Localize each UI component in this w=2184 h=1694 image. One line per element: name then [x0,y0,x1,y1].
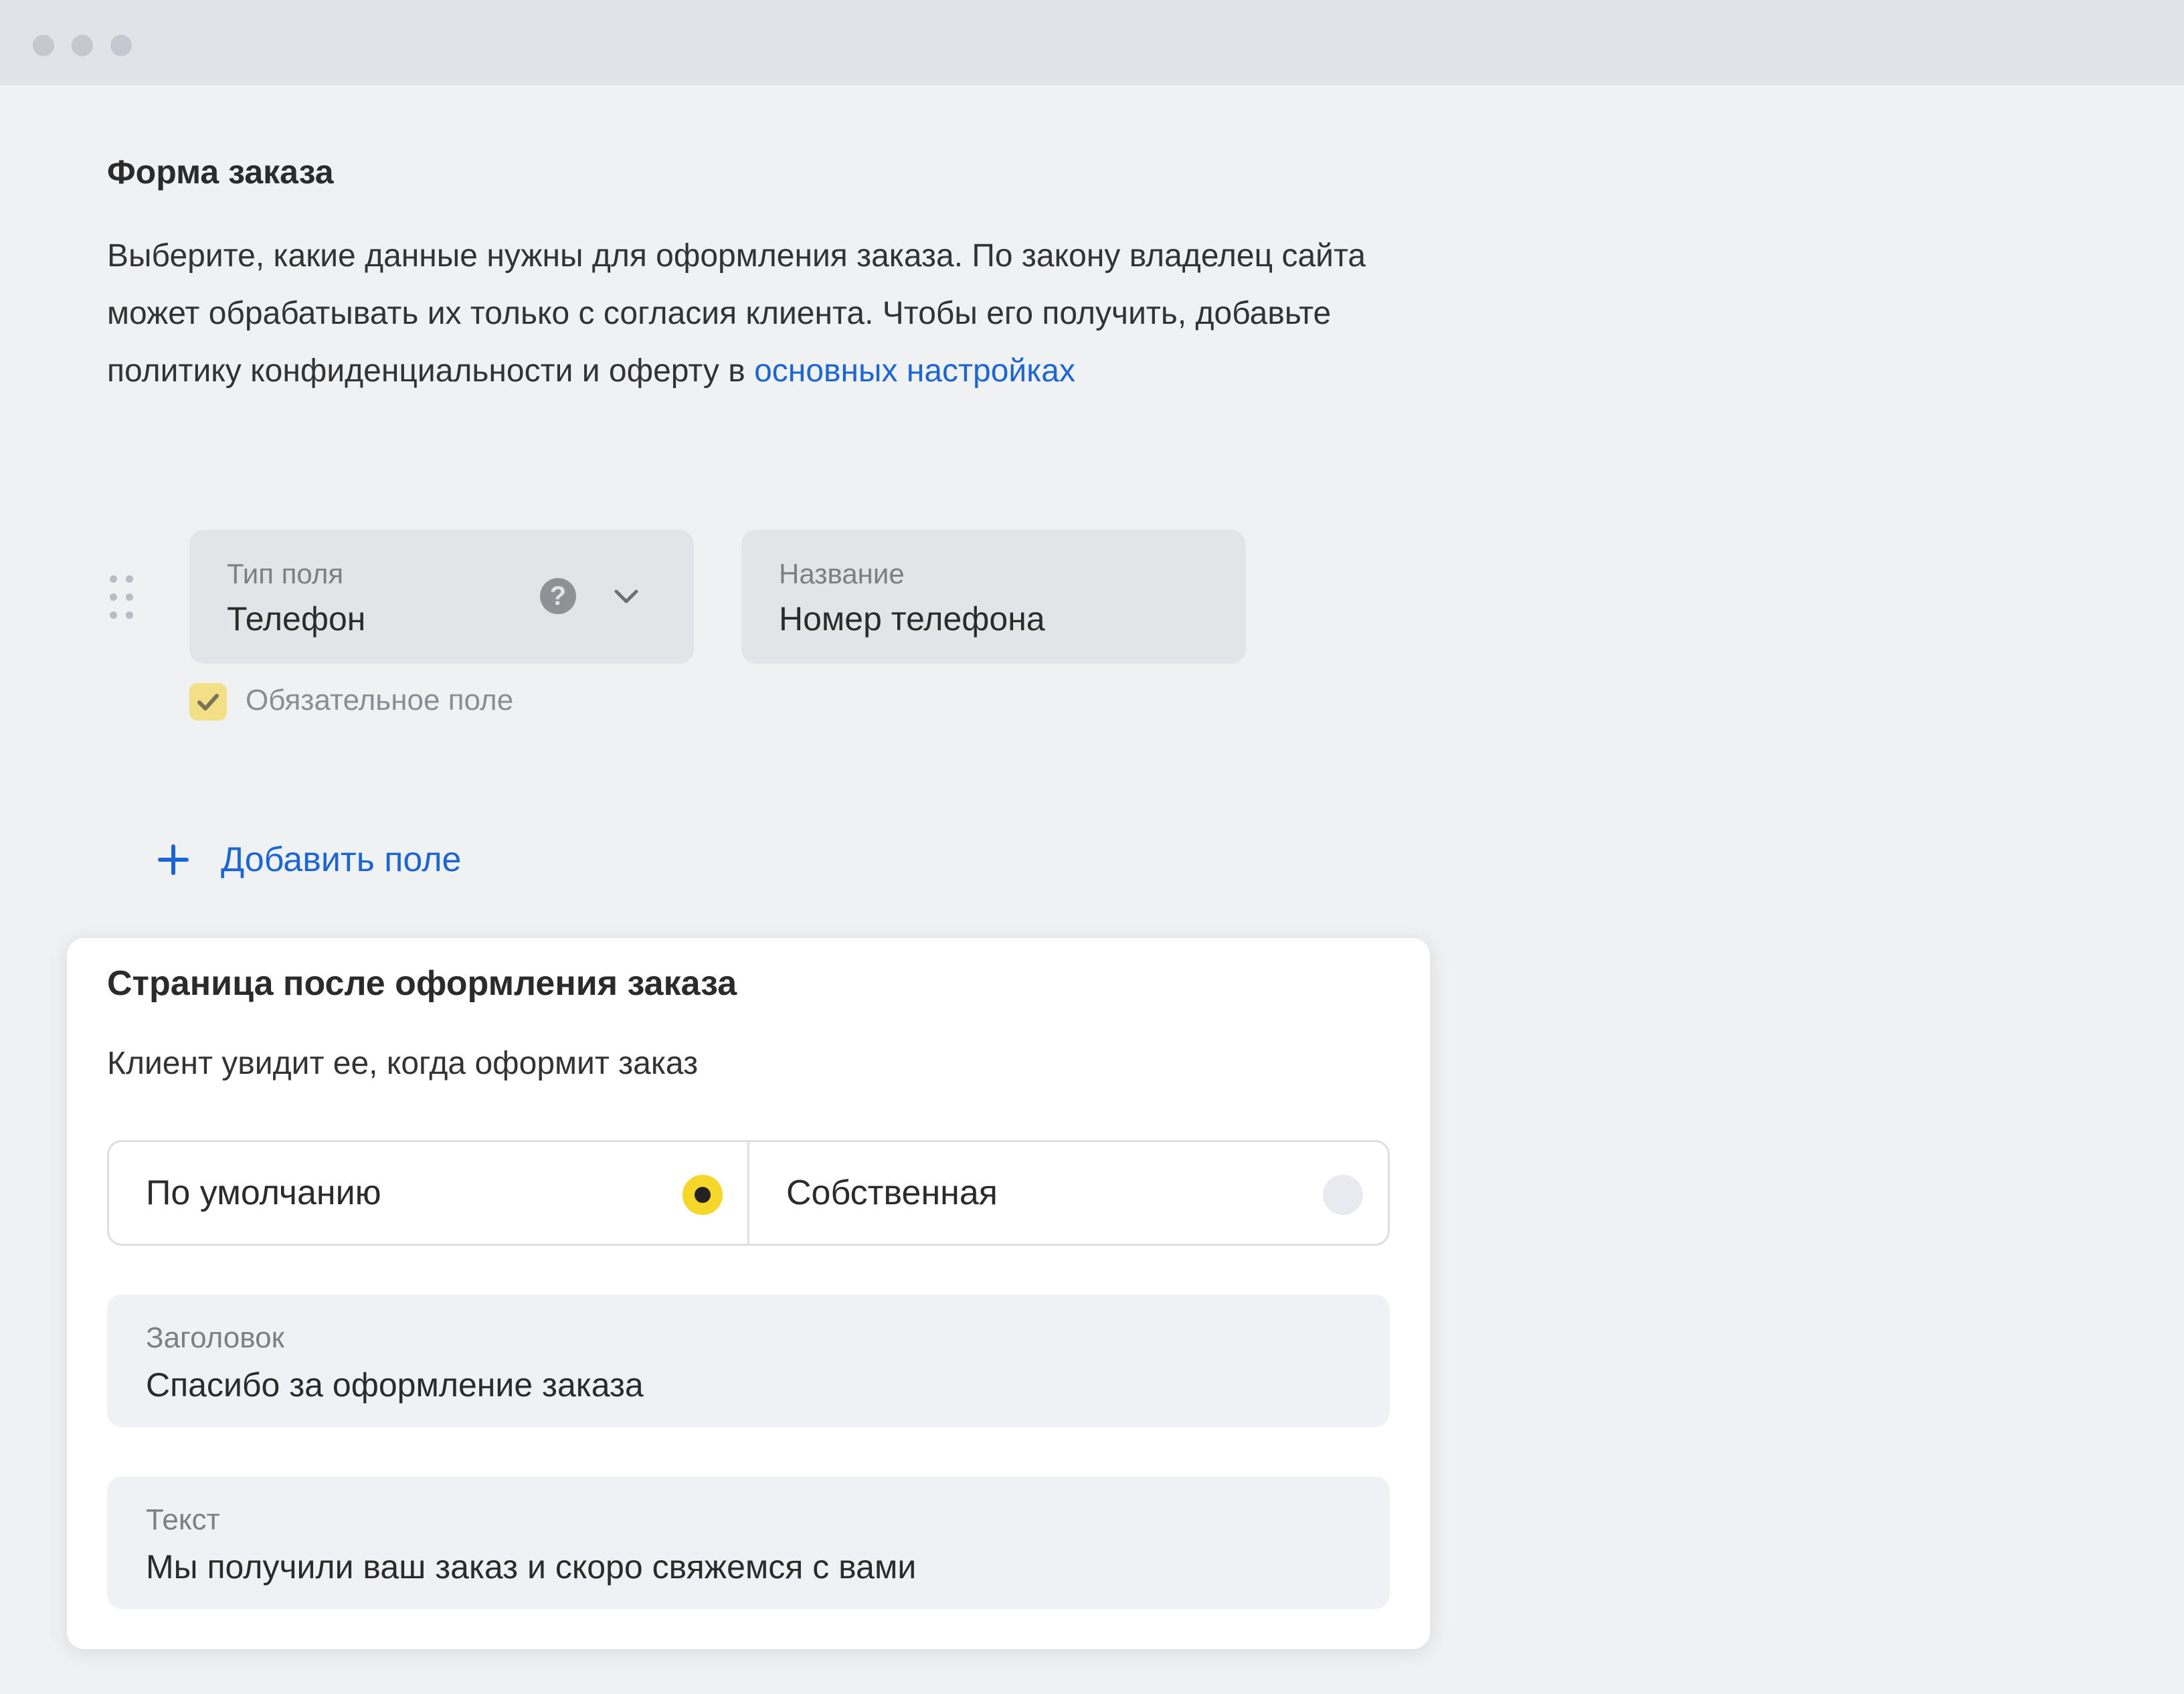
field-type-select[interactable]: Тип поля Телефон ? [189,530,694,664]
radio-option-label: По умолчанию [146,1173,381,1212]
radio-option-label: Собственная [786,1173,998,1212]
order-form-title: Форма заказа [107,153,334,191]
radio-selected-indicator[interactable] [682,1175,723,1215]
plus-icon [155,842,191,878]
heading-input[interactable]: Заголовок Спасибо за оформление заказа [107,1295,1390,1427]
main-settings-link[interactable]: основных настройках [754,353,1075,389]
field-name-label: Название [779,558,905,589]
after-order-page-card: Страница после оформления заказа Клиент … [67,938,1430,1649]
required-checkbox-label[interactable]: Обязательное поле [246,684,513,717]
after-order-page-subtitle: Клиент увидит ее, когда оформит заказ [107,1046,699,1081]
window-control-dot[interactable] [110,35,132,56]
field-type-value: Телефон [227,600,366,638]
question-circle-icon[interactable]: ? [540,578,576,614]
field-type-label: Тип поля [227,558,344,589]
field-name-value: Номер телефона [779,600,1045,638]
window-control-dot[interactable] [33,35,54,56]
add-field-button[interactable]: Добавить поле [155,836,461,883]
text-input[interactable]: Текст Мы получили ваш заказ и скоро свяж… [107,1477,1390,1609]
window-control-dot[interactable] [72,35,93,56]
heading-label: Заголовок [146,1321,284,1354]
add-field-label: Добавить поле [221,840,462,879]
field-name-input[interactable]: Название Номер телефона [741,530,1246,664]
drag-handle-icon[interactable] [107,575,136,620]
radio-option-custom[interactable]: Собственная [747,1140,1390,1246]
radio-option-default[interactable]: По умолчанию [107,1140,749,1246]
radio-unselected-indicator[interactable] [1323,1175,1363,1215]
description-text: Выберите, какие данные нужны для оформле… [107,238,1366,389]
text-label: Текст [146,1503,220,1536]
heading-value: Спасибо за оформление заказа [146,1366,644,1404]
text-value: Мы получили ваш заказ и скоро свяжемся с… [146,1548,917,1586]
required-checkbox[interactable] [189,683,227,721]
order-form-description: Выберите, какие данные нужны для оформле… [107,227,1419,400]
check-icon [197,694,219,711]
chevron-down-icon[interactable] [608,578,644,614]
window-titlebar [0,0,2184,85]
after-order-page-title: Страница после оформления заказа [107,964,737,1003]
